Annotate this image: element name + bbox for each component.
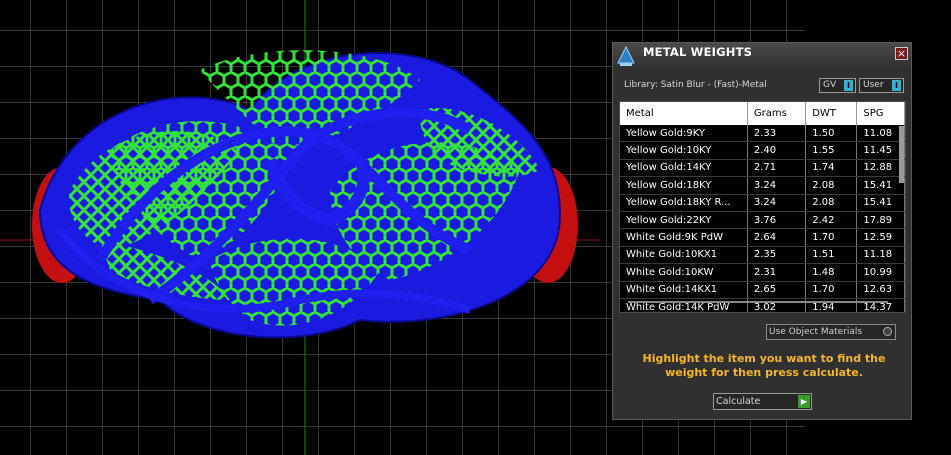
cell-metal: Yellow Gold:9KY [620,125,748,143]
close-button[interactable]: × [895,47,908,60]
cell-metal: White Gold:14KX1 [620,281,748,299]
table-row[interactable]: Yellow Gold:10KY 2.40 1.55 11.45 [620,141,905,160]
cell-spg: 12.59 [856,228,905,247]
cell-dwt: 2.08 [805,194,858,212]
cell-spg: 11.08 [856,125,905,143]
play-arrow-icon: ▶ [798,395,810,408]
cell-grams: 2.31 [747,263,807,282]
cell-spg: 11.18 [856,246,905,265]
cell-dwt: 1.48 [805,263,858,282]
cell-metal: White Gold:10KX1 [620,246,748,265]
radio-icon [883,327,892,336]
table-row[interactable]: Yellow Gold:18KY 3.24 2.08 15.41 [620,176,905,195]
cell-metal: Yellow Gold:22KY [620,211,748,230]
calculate-button[interactable]: Calculate ▶ [713,393,812,410]
table-row[interactable]: White Gold:14KX1 2.65 1.70 12.63 [620,281,905,299]
cell-dwt: 1.70 [805,228,858,247]
cell-metal: Yellow Gold:14KY [620,159,748,178]
cell-dwt: 1.55 [805,141,858,160]
horizontal-scrollbar[interactable] [628,301,888,303]
library-label: Library: Satin Blur - (Fast)-Metal [624,80,767,90]
cell-dwt: 1.74 [805,159,858,178]
cell-dwt: 1.70 [805,281,858,299]
panel-title: METAL WEIGHTS [643,45,753,59]
cell-spg: 11.45 [856,141,905,160]
table-row[interactable]: Yellow Gold:18KY R... 3.24 2.08 15.41 [620,194,905,212]
gv-toggle-label: GV [823,80,837,90]
cell-grams: 3.76 [747,211,807,230]
col-header-metal[interactable]: Metal [620,102,748,125]
table-header-row: Metal Grams DWT SPG [620,102,905,125]
cell-grams: 3.24 [747,176,807,195]
col-header-grams[interactable]: Grams [747,102,807,125]
cell-grams: 2.71 [747,159,807,178]
col-header-spg[interactable]: SPG [856,102,905,125]
close-icon: × [896,47,907,60]
cell-grams: 2.64 [747,228,807,247]
metal-table[interactable]: Metal Grams DWT SPG Yellow Gold:9KY 2.33 1… [619,101,906,313]
use-object-materials-label: Use Object Materials [769,327,863,337]
cell-spg: 12.88 [856,159,905,178]
cell-grams: 2.40 [747,141,807,160]
cell-dwt: 1.51 [805,246,858,265]
cell-grams: 2.65 [747,281,807,299]
table-row[interactable]: Yellow Gold:22KY 3.76 2.42 17.89 [620,211,905,230]
cell-spg: 17.89 [856,211,905,230]
instruction-text: Highlight the item you want to find the … [642,352,886,379]
cell-dwt: 2.08 [805,176,858,195]
cell-spg: 10.99 [856,263,905,282]
metal-weights-panel: METAL WEIGHTS × Library: Satin Blur - (F… [612,42,912,420]
user-toggle[interactable]: User I [859,78,904,93]
cell-grams: 2.33 [747,125,807,143]
cell-metal: Yellow Gold:18KY R... [620,194,748,212]
table-row[interactable]: White Gold:9K PdW 2.64 1.70 12.59 [620,228,905,247]
vertical-scrollbar[interactable] [899,126,904,183]
cell-spg: 15.41 [856,176,905,195]
table-row[interactable]: Yellow Gold:9KY 2.33 1.50 11.08 [620,125,905,143]
cell-dwt: 2.42 [805,211,858,230]
cell-dwt: 1.50 [805,125,858,143]
cell-grams: 3.24 [747,194,807,212]
cell-metal: White Gold:10KW [620,263,748,282]
panel-titlebar[interactable]: METAL WEIGHTS × [613,43,911,67]
table-row[interactable]: White Gold:10KX1 2.35 1.51 11.18 [620,246,905,265]
gv-indicator-icon: I [844,80,853,91]
cell-grams: 2.35 [747,246,807,265]
user-toggle-label: User [863,80,884,90]
scale-icon [617,45,635,66]
cell-spg: 12.63 [856,281,905,299]
cell-metal: Yellow Gold:18KY [620,176,748,195]
calculate-label: Calculate [716,396,761,407]
col-header-dwt[interactable]: DWT [805,102,858,125]
cell-metal: White Gold:9K PdW [620,228,748,247]
table-row[interactable]: Yellow Gold:14KY 2.71 1.74 12.88 [620,159,905,178]
gv-toggle[interactable]: GV I [819,78,856,93]
user-indicator-icon: I [892,80,901,91]
cell-spg: 15.41 [856,194,905,212]
use-object-materials-toggle[interactable]: Use Object Materials [766,324,896,340]
cell-metal: Yellow Gold:10KY [620,141,748,160]
table-row[interactable]: White Gold:10KW 2.31 1.48 10.99 [620,263,905,282]
